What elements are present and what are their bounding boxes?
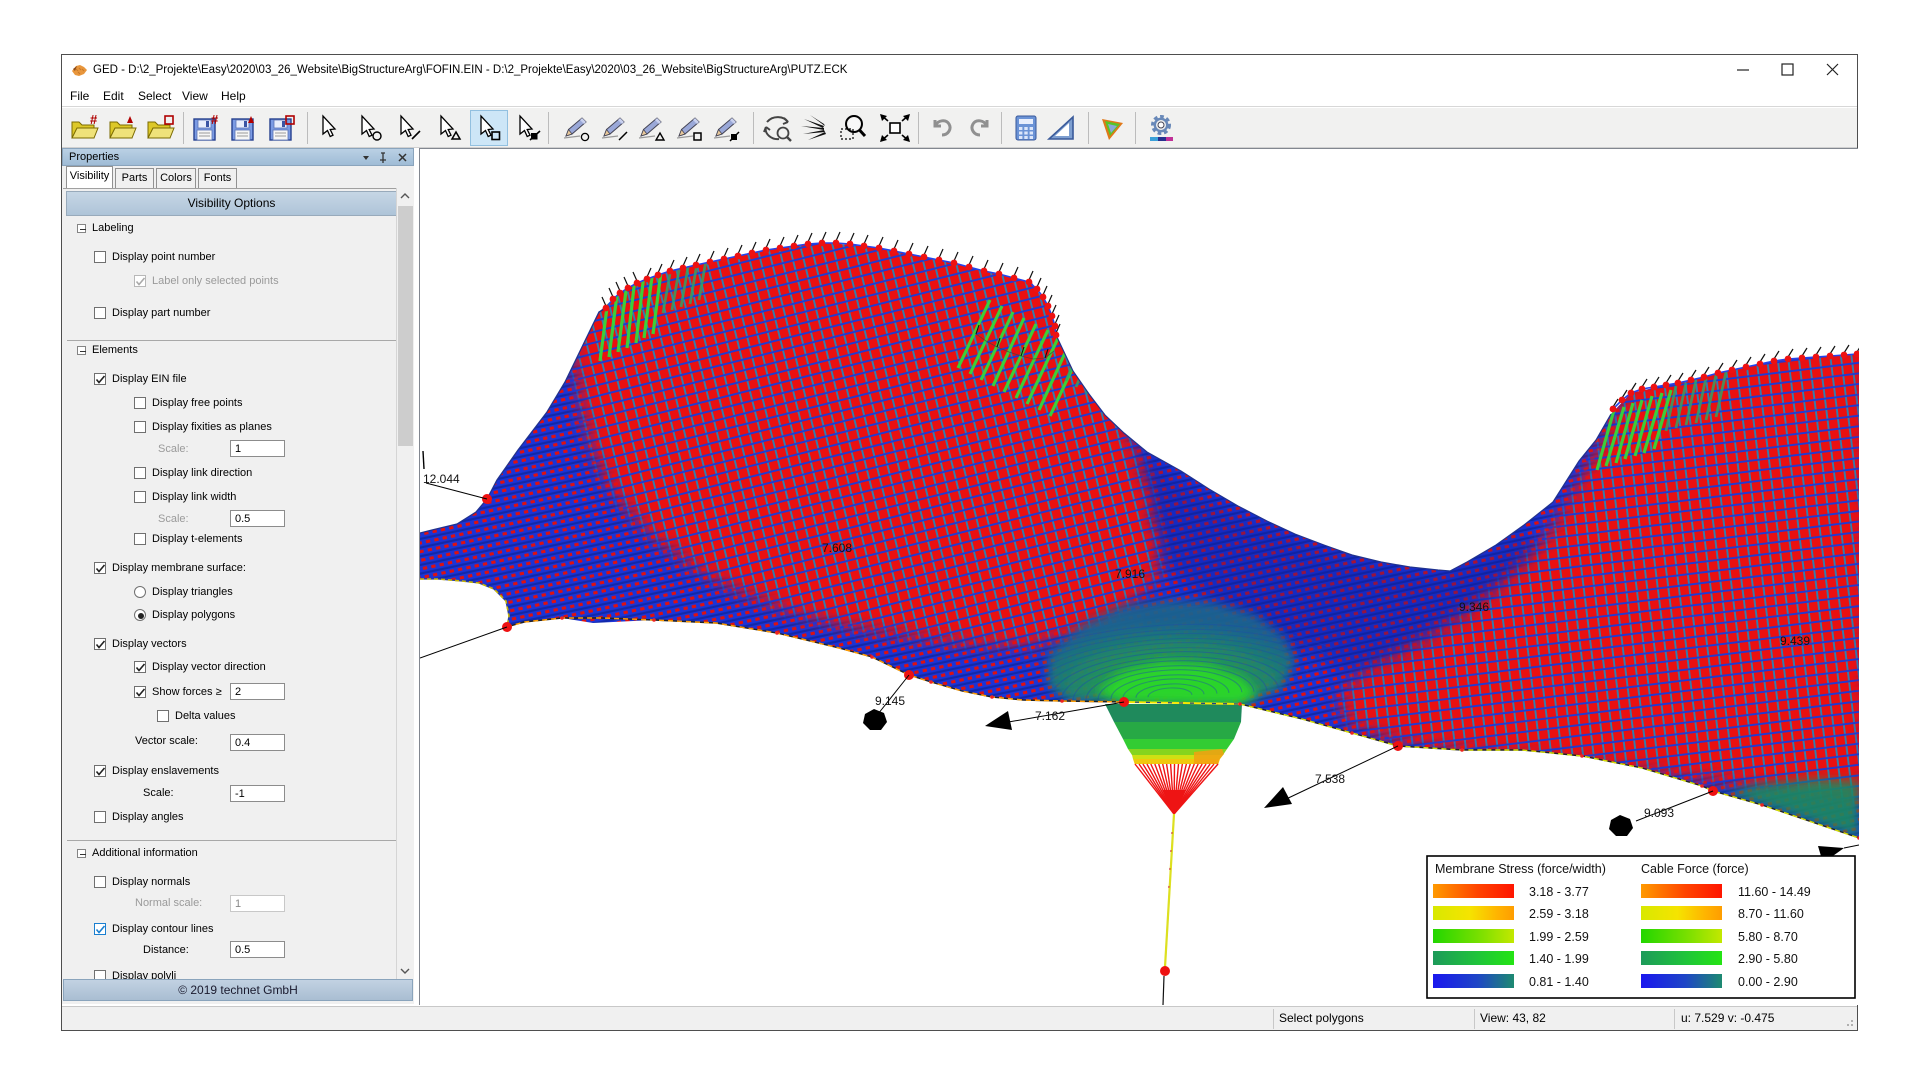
- svg-text:11.60 - 14.49: 11.60 - 14.49: [1738, 885, 1811, 899]
- svg-text:Membrane Stress (force/width): Membrane Stress (force/width): [1435, 862, 1606, 876]
- svg-text:7.538: 7.538: [1315, 772, 1345, 786]
- svg-text:#: #: [211, 114, 219, 127]
- svg-text:7.162: 7.162: [1035, 709, 1065, 723]
- svg-text:2.59 - 3.18: 2.59 - 3.18: [1529, 907, 1589, 921]
- svg-text:8.70 - 11.60: 8.70 - 11.60: [1738, 907, 1804, 921]
- svg-text:9.145: 9.145: [875, 694, 905, 708]
- svg-text:0.00 - 2.90: 0.00 - 2.90: [1738, 975, 1798, 989]
- svg-text:1.40 - 1.99: 1.40 - 1.99: [1529, 952, 1589, 966]
- svg-text:#: #: [90, 114, 98, 127]
- svg-text:2.90 - 5.80: 2.90 - 5.80: [1738, 952, 1798, 966]
- svg-text:5.80 - 8.70: 5.80 - 8.70: [1738, 930, 1798, 944]
- svg-text:12.044: 12.044: [423, 472, 460, 486]
- svg-text:7.916: 7.916: [1115, 567, 1145, 581]
- svg-text:3.18 - 3.77: 3.18 - 3.77: [1529, 885, 1589, 899]
- svg-text:1.99 - 2.59: 1.99 - 2.59: [1529, 930, 1589, 944]
- svg-text:0.81 - 1.40: 0.81 - 1.40: [1529, 975, 1589, 989]
- svg-text:9.093: 9.093: [1644, 806, 1674, 820]
- svg-text:9.346: 9.346: [1459, 600, 1489, 614]
- svg-text:7.608: 7.608: [822, 541, 852, 555]
- svg-text:Cable Force (force): Cable Force (force): [1641, 862, 1749, 876]
- svg-text:9.439: 9.439: [1780, 634, 1810, 648]
